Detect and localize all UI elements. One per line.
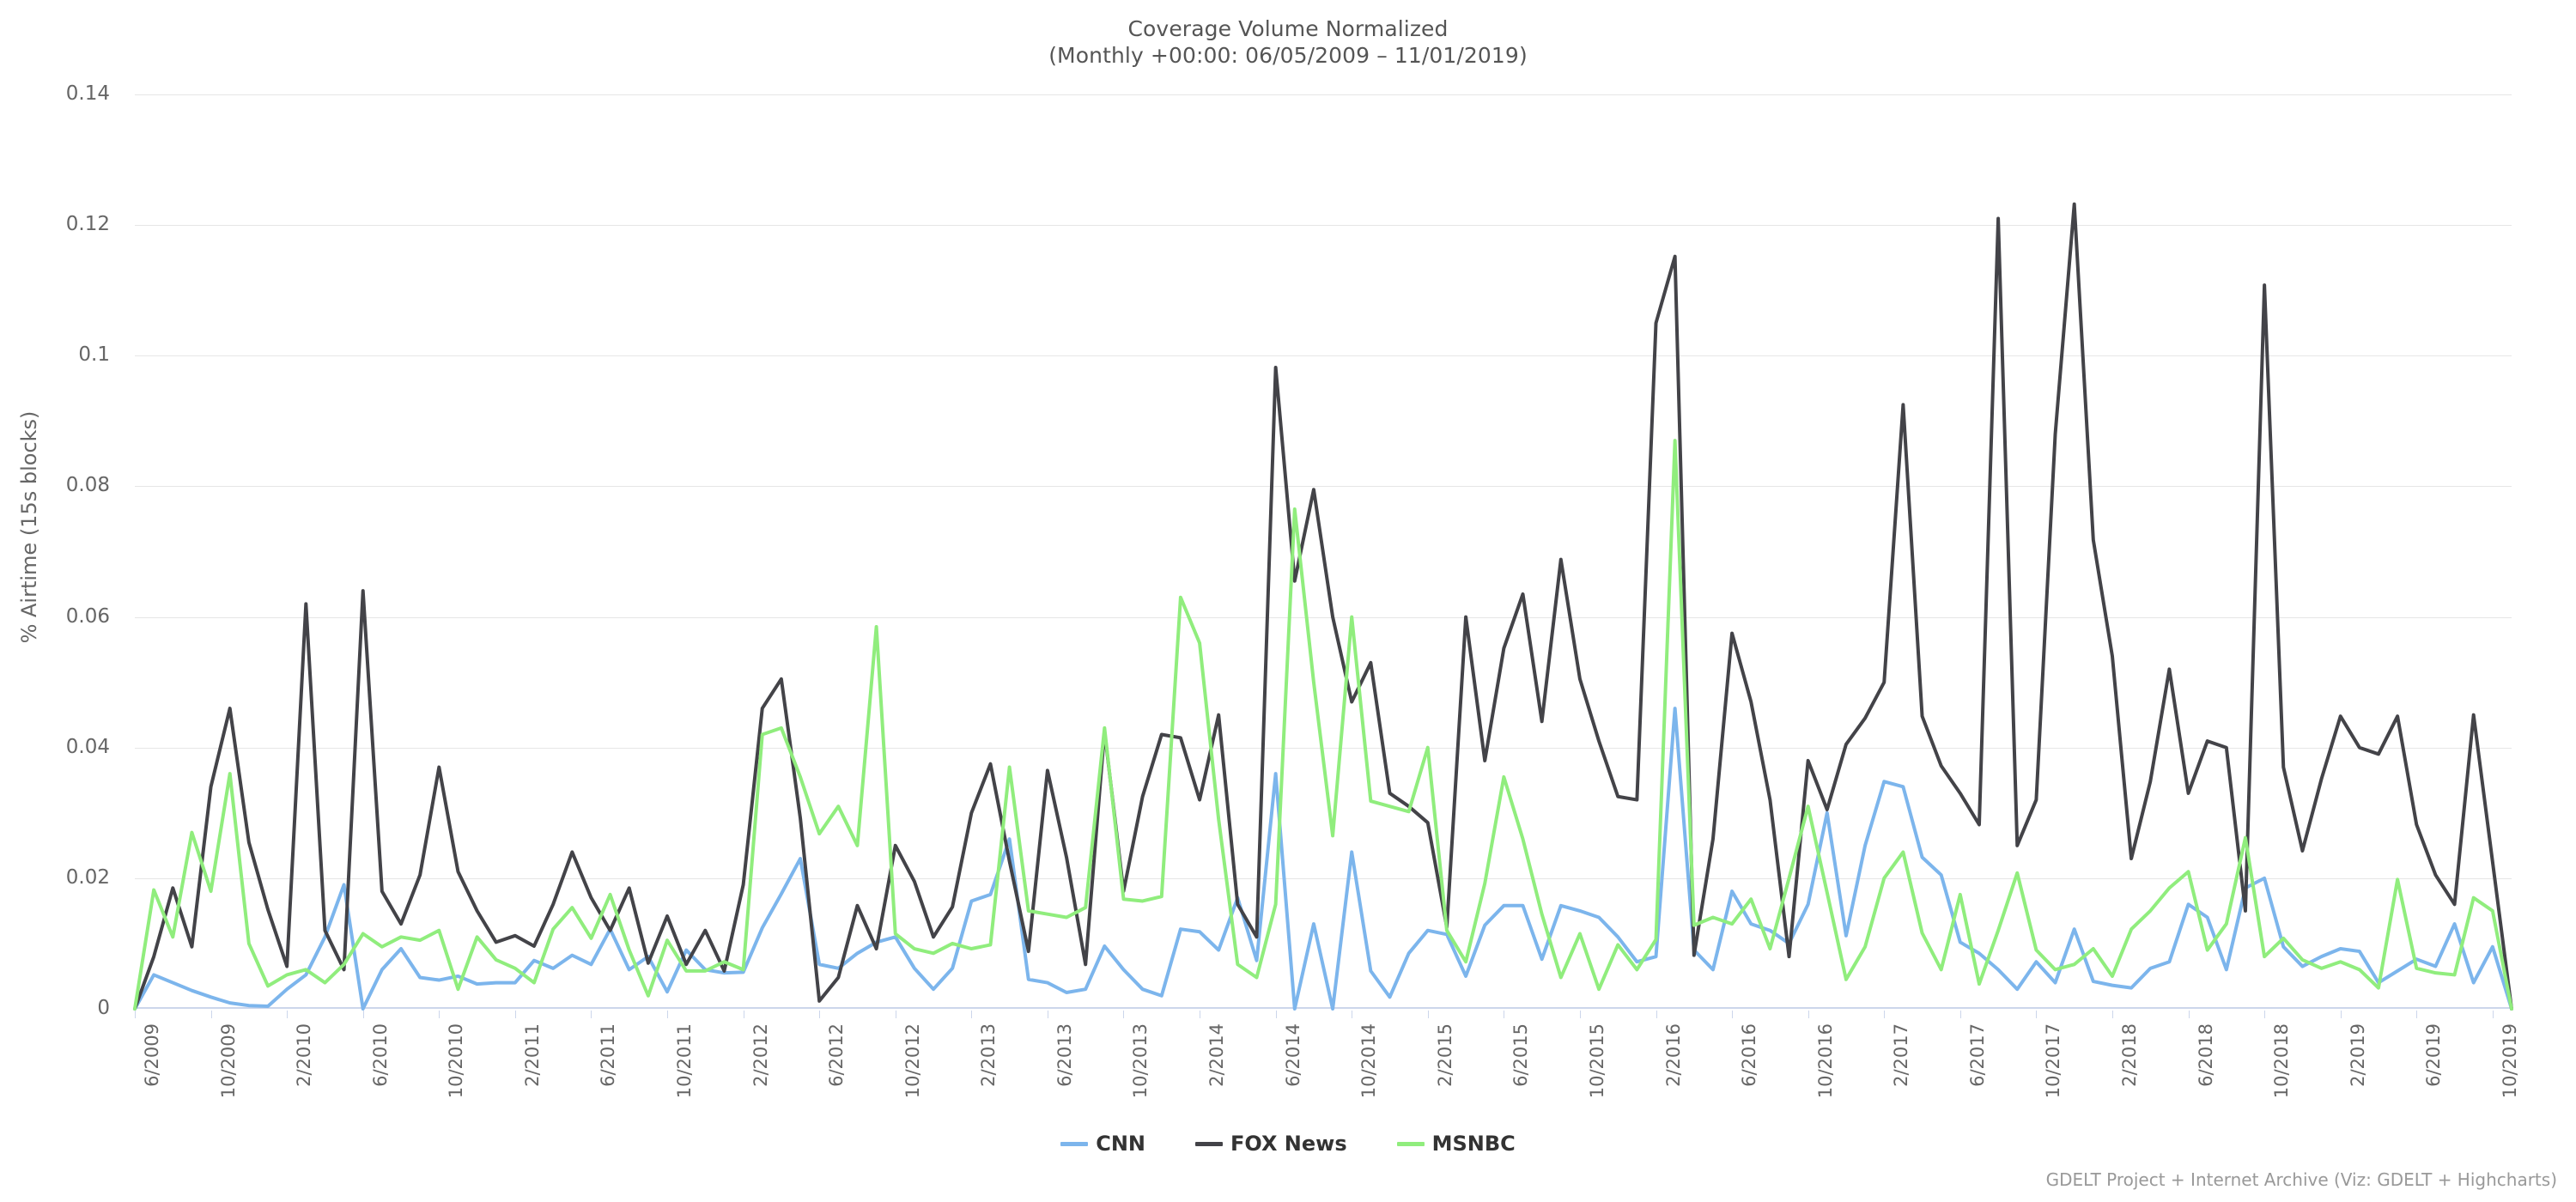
x-axis-tick-mark [2111,1011,2113,1018]
legend-swatch-icon [1060,1141,1089,1146]
x-axis-tick-label: 2/2014 [1206,1023,1228,1087]
x-axis-tick-label: 6/2010 [369,1023,391,1087]
x-axis-tick-label: 10/2012 [902,1023,923,1099]
x-axis-tick-mark [1275,1011,1277,1018]
legend-label: CNN [1096,1132,1145,1156]
x-axis-tick-label: 6/2018 [2195,1023,2216,1087]
x-axis-tick-mark [819,1011,821,1018]
x-axis-tick-label: 2/2011 [521,1023,543,1087]
x-axis-tick-mark [362,1011,364,1018]
legend-swatch-icon [1396,1141,1425,1146]
chart-title: Coverage Volume Normalized [1127,16,1449,41]
x-axis-tick-mark [210,1011,212,1018]
x-axis-tick-label: 10/2015 [1586,1023,1607,1099]
x-axis-tick-label: 10/2010 [446,1023,467,1099]
y-axis-tick-label: 0.12 [65,213,110,236]
x-axis-tick-label: 2/2018 [2118,1023,2140,1087]
x-axis-tick-label: 6/2016 [1739,1023,1760,1087]
x-axis-tick-mark [2036,1011,2038,1018]
x-axis-tick-mark [971,1011,973,1018]
y-axis-tick-label: 0.08 [65,474,110,497]
x-axis-tick-label: 2/2015 [1434,1023,1455,1087]
series-line-msnbc [133,439,2513,1011]
x-axis-tick-label: 10/2011 [674,1023,696,1099]
x-axis-tick-label: 10/2019 [2499,1023,2520,1099]
x-axis-tick-mark [439,1011,440,1018]
chart-container: Coverage Volume Normalized (Monthly +00:… [0,0,2576,1202]
y-axis-tick-label: 0.02 [65,865,110,889]
x-axis-tick-label: 2/2019 [2347,1023,2368,1087]
credit-text: GDELT Project + Internet Archive (Viz: G… [2045,1169,2557,1190]
x-axis-tick-label: 10/2018 [2271,1023,2293,1099]
x-axis-tick-label: 2/2017 [1891,1023,1912,1087]
legend-item-cnn[interactable]: CNN [1060,1132,1145,1156]
series-lines [133,202,2513,1011]
x-axis-tick-mark [1427,1011,1429,1018]
x-axis-tick-label: 10/2017 [2043,1023,2064,1099]
y-axis-tick-label: 0.06 [65,604,110,628]
x-axis-tick-mark [287,1011,289,1018]
x-axis-tick-label: 2/2012 [750,1023,771,1087]
y-axis-tick-label: 0.04 [65,735,110,758]
y-axis-tick-label: 0.1 [78,343,110,367]
legend-item-msnbc[interactable]: MSNBC [1396,1132,1516,1156]
x-axis-tick-label: 6/2011 [598,1023,619,1087]
y-axis-tick-label: 0 [97,997,110,1019]
chart-subtitle: (Monthly +00:00: 06/05/2009 – 11/01/2019… [1048,43,1528,68]
x-axis-tick-mark [1656,1011,1657,1018]
x-axis-tick-label: 2/2016 [1662,1023,1684,1087]
x-axis-tick-mark [1123,1011,1125,1018]
legend-item-fox-news[interactable]: FOX News [1195,1132,1347,1156]
x-axis-tick-label: 6/2015 [1510,1023,1532,1087]
legend-swatch-icon [1195,1141,1223,1146]
x-axis-tick-label: 10/2009 [217,1023,239,1099]
x-axis-tick-mark [2340,1011,2342,1018]
x-axis-tick-mark [1732,1011,1734,1018]
x-axis-tick-mark [1807,1011,1809,1018]
x-axis-tick-label: 2/2010 [294,1023,315,1087]
x-axis-tick-label: 6/2019 [2423,1023,2445,1087]
x-axis-tick-label: 6/2013 [1054,1023,1075,1087]
series-line-fox-news [133,202,2513,1011]
y-axis-title: % Airtime (15s blocks) [17,410,41,644]
x-axis-tick-label: 6/2009 [142,1023,162,1087]
x-axis-tick-mark [135,1011,136,1018]
x-axis-tick-mark [2188,1011,2190,1018]
y-axis-tick-label: 0.14 [65,82,110,105]
x-axis-tick-label: 10/2016 [1814,1023,1836,1099]
x-axis-tick-label: 2/2013 [978,1023,999,1087]
x-axis-tick-label: 10/2013 [1130,1023,1151,1099]
x-axis-tick-mark [2492,1011,2494,1018]
x-axis-tick-mark [514,1011,516,1018]
x-axis-tick-mark [2416,1011,2418,1018]
x-axis-tick-mark [667,1011,669,1018]
legend-label: FOX News [1230,1132,1347,1156]
chart-legend: CNN FOX News MSNBC [0,1132,2576,1156]
x-axis-tick-mark [591,1011,592,1018]
plot-area [133,94,2513,1011]
x-axis-tick-label: 10/2014 [1358,1023,1380,1099]
x-axis-tick-mark [1884,1011,1886,1018]
x-axis-tick-label: 6/2014 [1282,1023,1303,1087]
x-axis-tick-mark [1959,1011,1961,1018]
x-axis-tick-mark [1579,1011,1581,1018]
x-axis-tick-mark [2264,1011,2266,1018]
legend-label: MSNBC [1431,1132,1516,1156]
x-axis-tick-label: 6/2017 [1966,1023,1988,1087]
x-axis-tick-label: 6/2012 [826,1023,848,1087]
